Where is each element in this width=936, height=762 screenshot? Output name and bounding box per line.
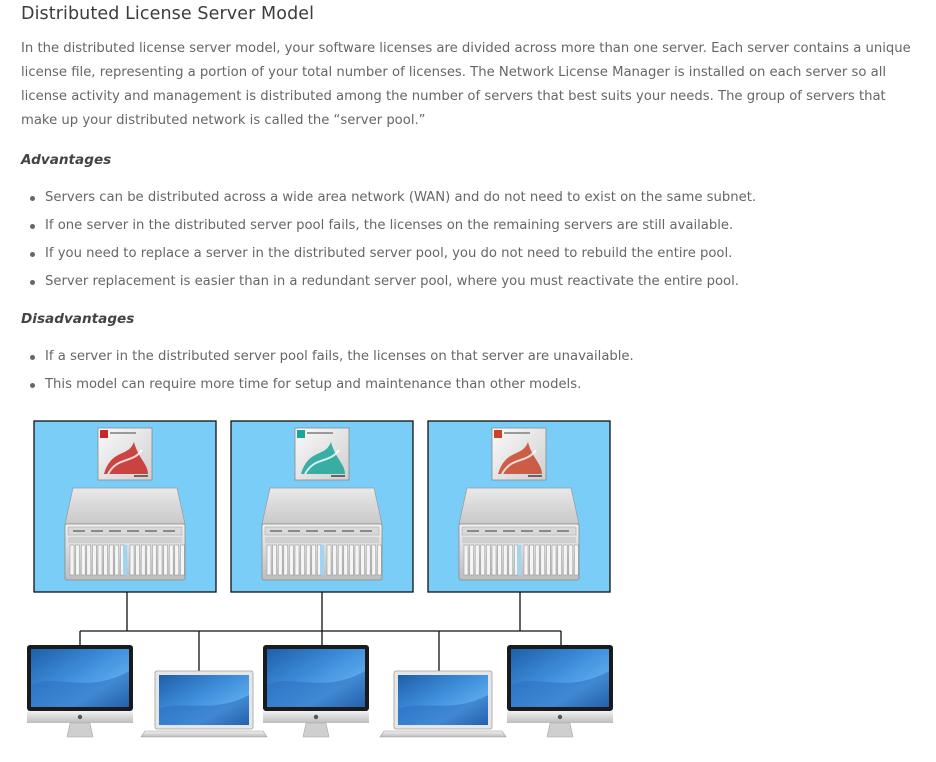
disadvantages-heading: Disadvantages (21, 311, 135, 327)
disadvantages-list: If a server in the distributed server po… (21, 343, 634, 399)
rack-server-icon (458, 487, 580, 581)
article: Distributed License Server Model In the … (0, 0, 936, 762)
advantages-heading: Advantages (21, 152, 112, 168)
list-item: If one server in the distributed server … (21, 212, 756, 240)
server-panel (33, 420, 217, 593)
rack-server-icon (64, 487, 186, 581)
autodesk-maya-box-icon (294, 427, 350, 481)
advantages-list: Servers can be distributed across a wide… (21, 184, 756, 296)
desktop-computer-icon (263, 645, 369, 738)
rack-server-icon (261, 487, 383, 581)
server-panel (230, 420, 414, 593)
client-computers (27, 645, 613, 738)
desktop-computer-icon (507, 645, 613, 738)
intro-paragraph: In the distributed license server model,… (21, 41, 911, 128)
list-item: Servers can be distributed across a wide… (21, 184, 756, 212)
autodesk-alias-box-icon (491, 427, 547, 481)
autodesk-autocad-box-icon (97, 427, 153, 481)
laptop-computer-icon (379, 670, 507, 738)
server-pool (33, 420, 611, 593)
distributed-server-diagram (27, 420, 613, 738)
desktop-computer-icon (27, 645, 133, 738)
list-item: This model can require more time for set… (21, 371, 634, 399)
page-title: Distributed License Server Model (21, 4, 315, 24)
list-item: If you need to replace a server in the d… (21, 240, 756, 268)
laptop-computer-icon (140, 670, 268, 738)
server-panel (427, 420, 611, 593)
list-item: If a server in the distributed server po… (21, 343, 634, 371)
list-item: Server replacement is easier than in a r… (21, 268, 756, 296)
